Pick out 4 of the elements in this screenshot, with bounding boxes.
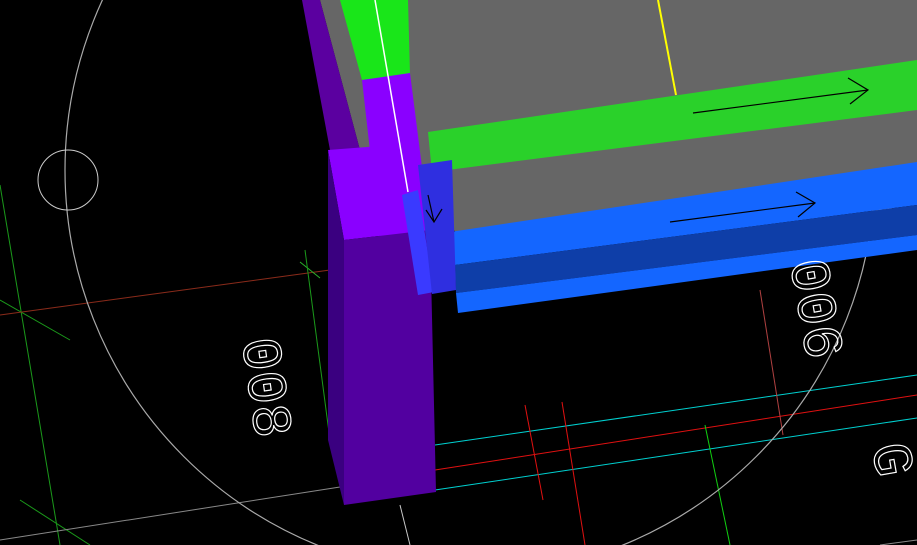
outline-label: 008 [225,333,303,442]
outline-label: G [855,438,917,482]
outline-label: 006 [773,254,854,364]
arrow-drawing [426,194,443,224]
